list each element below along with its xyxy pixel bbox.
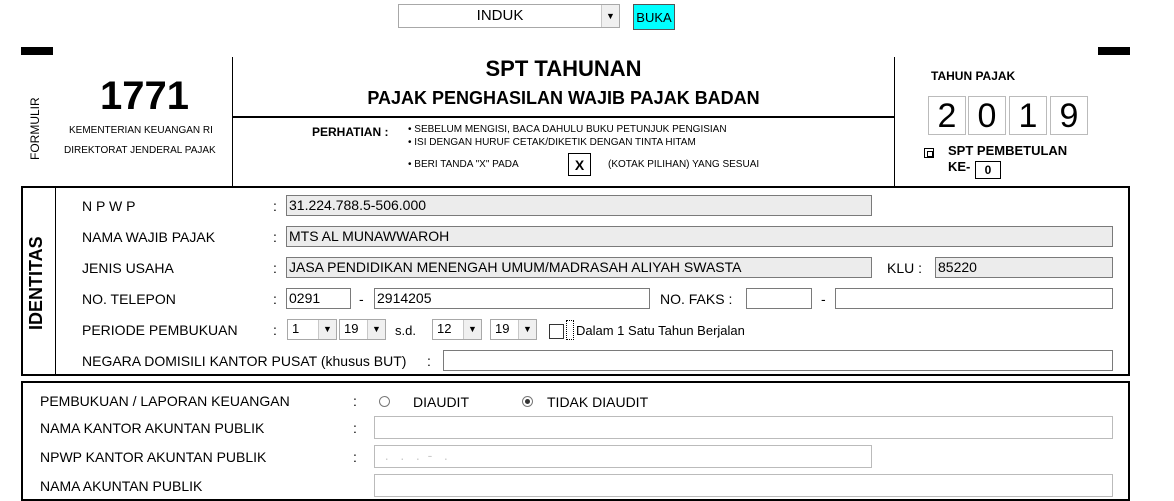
identitas-label: IDENTITAS xyxy=(26,236,46,330)
period-end-year-value: 19 xyxy=(495,321,510,336)
fax-label: NO. FAKS : xyxy=(660,291,733,307)
period-end-month-value: 12 xyxy=(437,321,452,336)
sheet-select[interactable]: INDUK ▼ xyxy=(398,4,620,28)
kap-npwp-label: NPWP KANTOR AKUNTAN PUBLIK xyxy=(40,449,267,465)
ke-label: KE- xyxy=(948,159,971,174)
business-type-label: JENIS USAHA xyxy=(82,260,174,276)
pembetulan-label: SPT PEMBETULAN xyxy=(948,143,1068,158)
pembetulan-number[interactable]: 0 xyxy=(975,161,1001,179)
tax-year-digit-3: 1 xyxy=(1009,96,1047,135)
kap-name-field[interactable] xyxy=(374,416,1113,439)
period-start-year-value: 19 xyxy=(344,321,359,336)
note-2: • ISI DENGAN HURUF CETAK/DIKETIK DENGAN … xyxy=(408,137,696,148)
fax-dash: - xyxy=(821,291,826,307)
period-label: PERIODE PEMBUKUAN xyxy=(82,322,238,338)
audited-radio[interactable] xyxy=(379,396,390,407)
chevron-down-icon[interactable]: ▼ xyxy=(518,320,536,339)
attention-label: PERHATIAN : xyxy=(312,125,389,139)
kap-npwp-colon: : xyxy=(353,449,357,465)
chevron-down-icon[interactable]: ▼ xyxy=(367,320,385,339)
business-type-field[interactable]: JASA PENDIDIKAN MENENGAH UMUM/MADRASAH A… xyxy=(286,257,872,278)
period-end-month-select[interactable]: 12 ▼ xyxy=(432,319,482,340)
sheet-select-value: INDUK xyxy=(476,7,524,24)
formulir-label: FORMULIR xyxy=(28,97,42,160)
note-1: • SEBELUM MENGISI, BACA DAHULU BUKU PETU… xyxy=(408,124,727,135)
period-start-year-select[interactable]: 19 ▼ xyxy=(339,319,386,340)
period-sd-label: s.d. xyxy=(395,323,416,338)
identitas-divider xyxy=(55,186,56,376)
tax-year-digit-4: 9 xyxy=(1050,96,1088,135)
books-label: PEMBUKUAN / LAPORAN KEUANGAN xyxy=(40,393,290,409)
note-3: • BERI TANDA "X" PADA xyxy=(408,159,519,170)
ministry-label: KEMENTERIAN KEUANGAN RI xyxy=(69,125,213,136)
tax-year-label: TAHUN PAJAK xyxy=(931,69,1016,83)
taxpayer-name-colon: : xyxy=(273,229,277,245)
not-audited-radio[interactable] xyxy=(522,396,533,407)
taxpayer-name-label: NAMA WAJIB PAJAK xyxy=(82,229,216,245)
within-year-label: Dalam 1 Satu Tahun Berjalan xyxy=(576,323,745,338)
accountant-name-label: NAMA AKUNTAN PUBLIK xyxy=(40,478,203,494)
tax-year-digit-2: 0 xyxy=(968,96,1006,135)
chevron-down-icon[interactable]: ▼ xyxy=(318,320,336,339)
klu-label: KLU : xyxy=(887,260,923,276)
page-subtitle: PAJAK PENGHASILAN WAJIB PAJAK BADAN xyxy=(367,88,760,108)
business-type-colon: : xyxy=(273,260,277,276)
pembetulan-checkbox[interactable] xyxy=(924,148,934,158)
x-checkbox-sample: X xyxy=(568,153,591,176)
phone-colon: : xyxy=(273,291,277,307)
note-3-suffix: (KOTAK PILIHAN) YANG SESUAI xyxy=(608,159,760,170)
open-button[interactable]: BUKA xyxy=(633,4,675,30)
form-number: 1771 xyxy=(100,74,189,118)
country-label: NEGARA DOMISILI KANTOR PUSAT (khusus BUT… xyxy=(82,353,407,369)
taxpayer-name-field[interactable]: MTS AL MUNAWWAROH xyxy=(286,226,1113,247)
not-audited-label: TIDAK DIAUDIT xyxy=(547,394,649,410)
corner-marker-left xyxy=(21,47,53,55)
country-field[interactable] xyxy=(443,350,1113,371)
period-end-year-select[interactable]: 19 ▼ xyxy=(490,319,537,340)
klu-field[interactable]: 85220 xyxy=(935,257,1113,278)
audited-label: DIAUDIT xyxy=(413,394,469,410)
kap-name-label: NAMA KANTOR AKUNTAN PUBLIK xyxy=(40,420,265,436)
period-start-month-select[interactable]: 1 ▼ xyxy=(287,319,337,340)
phone-label: NO. TELEPON xyxy=(82,291,176,307)
fax-area-field[interactable] xyxy=(746,288,812,309)
accountant-name-field[interactable] xyxy=(374,474,1113,497)
period-colon: : xyxy=(273,322,277,338)
header-divider-mid xyxy=(232,116,895,118)
phone-number-field[interactable]: 2914205 xyxy=(374,288,650,309)
chevron-down-icon[interactable]: ▼ xyxy=(601,5,619,27)
npwp-label: N P W P xyxy=(82,198,136,214)
within-year-focus xyxy=(566,320,574,340)
npwp-colon: : xyxy=(273,198,277,214)
chevron-down-icon[interactable]: ▼ xyxy=(463,320,481,339)
country-colon: : xyxy=(427,353,431,369)
phone-area-field[interactable]: 0291 xyxy=(286,288,351,309)
within-year-checkbox[interactable] xyxy=(549,324,564,339)
corner-marker-right xyxy=(1098,47,1130,55)
kap-npwp-field[interactable]: . . . - . xyxy=(374,445,872,468)
kap-name-colon: : xyxy=(353,420,357,436)
books-colon: : xyxy=(353,393,357,409)
period-start-month-value: 1 xyxy=(292,321,300,336)
fax-number-field[interactable] xyxy=(835,288,1113,309)
directorate-label: DIREKTORAT JENDERAL PAJAK xyxy=(64,145,216,156)
page-title: SPT TAHUNAN xyxy=(485,56,642,81)
tax-year-digit-1: 2 xyxy=(928,96,966,135)
npwp-field[interactable]: 31.224.788.5-506.000 xyxy=(286,195,872,216)
phone-dash: - xyxy=(359,291,364,307)
